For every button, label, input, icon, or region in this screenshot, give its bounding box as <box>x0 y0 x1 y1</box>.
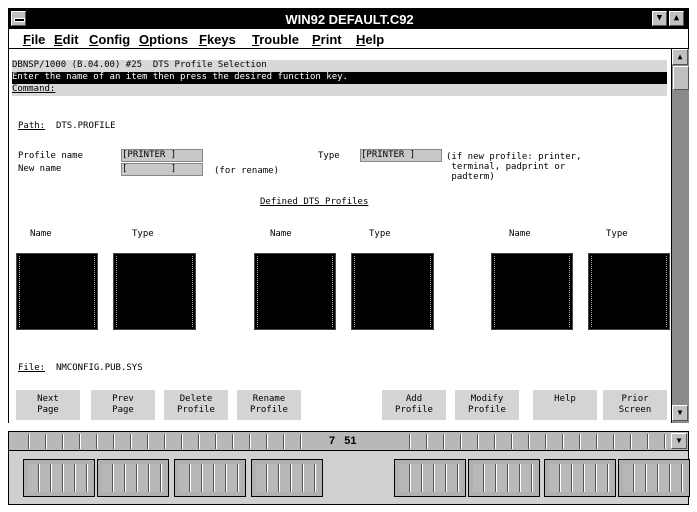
status-bar: 7 51 ▼ <box>8 431 689 451</box>
fkey-help[interactable]: Help <box>533 390 597 420</box>
menu-print[interactable]: Print <box>312 32 342 47</box>
path-row: Path: DTS.PROFILE <box>18 121 116 131</box>
cursor-row: 7 <box>329 435 336 447</box>
minimize-icon[interactable]: ▼ <box>652 11 667 26</box>
profile-name-field[interactable]: [PRINTER ] <box>121 149 203 162</box>
col-header-type-3: Type <box>606 229 628 239</box>
screen-header-line: DBNSP/1000 (B.04.00) #25 DTS Profile Sel… <box>12 60 667 72</box>
softkey-6[interactable] <box>468 459 540 497</box>
fkey-delete-profile[interactable]: Delete Profile <box>164 390 228 420</box>
softkey-3[interactable] <box>174 459 246 497</box>
status-indicator-cells-right <box>394 434 667 449</box>
title-bar[interactable]: WIN92 DEFAULT.C92 ▼ ▲ <box>8 8 689 29</box>
col-header-name-3: Name <box>509 229 531 239</box>
path-value: DTS.PROFILE <box>55 121 116 131</box>
file-row: File: NMCONFIG.PUB.SYS <box>18 363 143 373</box>
window-title: WIN92 DEFAULT.C92 <box>285 12 414 27</box>
fkey-rename-profile[interactable]: Rename Profile <box>237 390 301 420</box>
new-name-label: New name <box>18 164 62 174</box>
profile-name-label: Profile name <box>18 151 84 161</box>
cursor-col: 51 <box>344 435 357 447</box>
menu-help[interactable]: Help <box>356 32 384 47</box>
softkey-7[interactable] <box>544 459 616 497</box>
status-indicator-cells-left <box>13 434 313 449</box>
col-header-name-1: Name <box>30 229 52 239</box>
profile-name-list-2[interactable] <box>254 253 336 330</box>
menu-edit[interactable]: Edit <box>54 32 79 47</box>
profile-type-list-2[interactable] <box>351 253 434 330</box>
defined-profiles-title: Defined DTS Profiles <box>260 197 369 207</box>
softkey-4[interactable] <box>251 459 323 497</box>
type-label: Type <box>318 151 340 161</box>
profile-name-list-1[interactable] <box>16 253 98 330</box>
status-dropdown-icon[interactable]: ▼ <box>671 433 687 449</box>
command-line[interactable]: Command: <box>12 84 667 96</box>
type-field[interactable]: [PRINTER ] <box>360 149 442 162</box>
file-label: File: <box>18 363 46 373</box>
softkey-panel <box>8 451 690 505</box>
softkey-5[interactable] <box>394 459 466 497</box>
softkey-1[interactable] <box>23 459 95 497</box>
menu-config[interactable]: Config <box>89 32 130 47</box>
fkey-next-page[interactable]: Next Page <box>16 390 80 420</box>
scroll-thumb[interactable] <box>673 66 689 90</box>
instruction-line: Enter the name of an item then press the… <box>12 72 667 84</box>
menu-file[interactable]: File <box>23 32 45 47</box>
command-label: Command: <box>12 84 56 94</box>
softkey-8[interactable] <box>618 459 690 497</box>
path-label: Path: <box>18 121 46 131</box>
file-value: NMCONFIG.PUB.SYS <box>55 363 143 373</box>
profile-type-list-3[interactable] <box>588 253 670 330</box>
fkey-modify-profile[interactable]: Modify Profile <box>455 390 519 420</box>
for-rename-note: (for rename) <box>214 166 280 176</box>
vertical-scrollbar[interactable]: ▲ ▼ <box>671 49 689 423</box>
scroll-up-arrow-icon[interactable]: ▲ <box>672 49 688 65</box>
softkey-2[interactable] <box>97 459 169 497</box>
col-header-type-2: Type <box>369 229 391 239</box>
new-name-field[interactable]: [ ] <box>121 163 203 176</box>
menu-bar: File Edit Config Options Fkeys Trouble P… <box>8 29 689 49</box>
scroll-down-arrow-icon[interactable]: ▼ <box>672 405 688 421</box>
fkey-add-profile[interactable]: Add Profile <box>382 390 446 420</box>
profile-name-list-3[interactable] <box>491 253 573 330</box>
fkey-prior-screen[interactable]: Prior Screen <box>603 390 667 420</box>
col-header-type-1: Type <box>132 229 154 239</box>
col-header-name-2: Name <box>270 229 292 239</box>
menu-options[interactable]: Options <box>139 32 188 47</box>
maximize-icon[interactable]: ▲ <box>669 11 684 26</box>
menu-trouble[interactable]: Trouble <box>252 32 299 47</box>
fkey-prev-page[interactable]: Prev Page <box>91 390 155 420</box>
menu-fkeys[interactable]: Fkeys <box>199 32 236 47</box>
profile-type-list-1[interactable] <box>113 253 196 330</box>
cursor-position: 7 51 <box>329 432 357 450</box>
system-menu-icon[interactable] <box>11 11 26 26</box>
type-hint: (if new profile: printer, terminal, padp… <box>446 152 582 182</box>
